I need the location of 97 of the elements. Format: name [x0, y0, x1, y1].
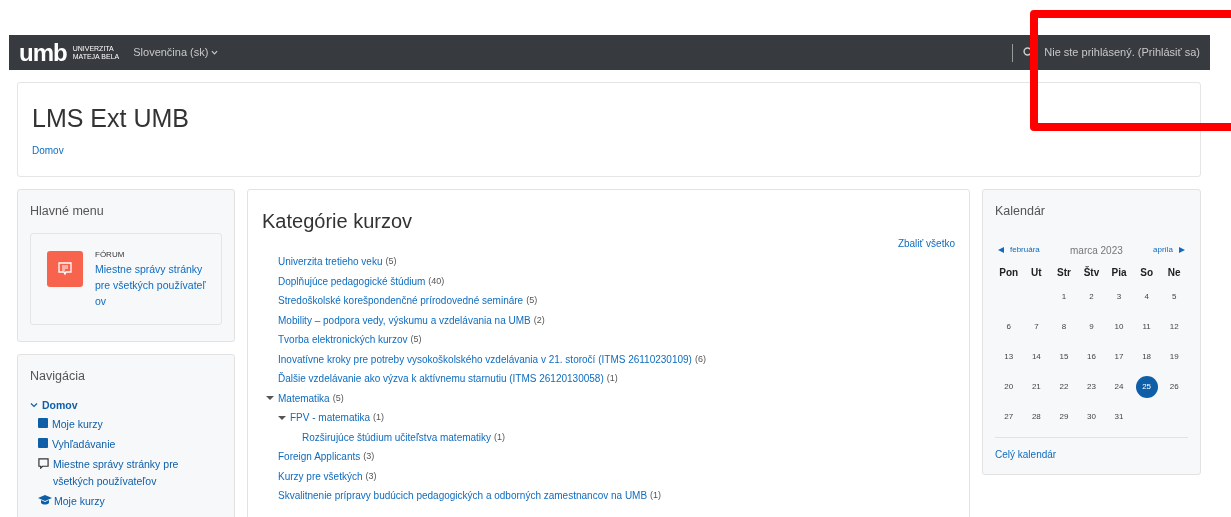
left-arrow-icon — [998, 247, 1004, 254]
graduation-cap-icon — [38, 495, 52, 506]
category-link[interactable]: Kurzy pre všetkých — [278, 468, 363, 484]
activity-type: FÓRUM — [95, 248, 126, 261]
month-title: marca 2023 — [1070, 243, 1123, 258]
language-menu[interactable]: Slovenčina (sk) — [133, 44, 219, 61]
calendar-day[interactable]: 20 — [1004, 380, 1014, 393]
nav-link[interactable]: Moje kurzy — [52, 416, 103, 434]
forum-icon — [47, 250, 83, 287]
calendar-day[interactable]: 9 — [1089, 320, 1094, 333]
course-count: (5) — [526, 294, 538, 307]
course-count: (1) — [494, 430, 506, 444]
calendar-day[interactable]: 12 — [1169, 320, 1179, 333]
course-count: (5) — [410, 333, 422, 346]
course-count: (3) — [363, 450, 375, 463]
category-link[interactable]: FPV - matematika — [290, 410, 371, 426]
weekday-label: Str — [1055, 265, 1072, 280]
block-title: Navigácia — [30, 367, 86, 385]
course-count: (1) — [373, 411, 385, 424]
chat-icon — [38, 458, 49, 470]
logo-mark[interactable]: umb — [19, 40, 67, 65]
breadcrumb-link[interactable]: Domov — [32, 143, 1186, 158]
calendar-day[interactable]: 24 — [1114, 380, 1124, 393]
calendar-day[interactable]: 18 — [1142, 350, 1152, 363]
triangle-down-icon[interactable] — [266, 394, 274, 403]
activity-link[interactable]: Miestne správy stránky pre všetkých používateľ ov — [95, 260, 210, 309]
activity-card[interactable]: FÓRUM Miestne správy stránky pre všetkých používateľ ov — [30, 232, 222, 325]
calendar-day[interactable]: 22 — [1059, 380, 1069, 393]
category-link[interactable]: Doplňujúce pedagogické štúdium — [278, 273, 426, 289]
calendar-day[interactable]: 4 — [1144, 290, 1149, 303]
calendar-day[interactable]: 13 — [1004, 350, 1014, 363]
weekday-label: Štv — [1082, 265, 1101, 280]
course-count: (3) — [365, 469, 377, 483]
calendar-day[interactable]: 14 — [1031, 350, 1041, 363]
course-count: (6) — [694, 352, 706, 366]
course-count: (5) — [385, 255, 397, 268]
calendar-day[interactable]: 17 — [1114, 350, 1124, 363]
weekday-label: Pon — [998, 265, 1020, 280]
calendar-day[interactable]: 6 — [1006, 320, 1011, 333]
course-count: (1) — [650, 489, 662, 502]
next-month-link[interactable]: apríla — [1153, 244, 1185, 257]
category-link[interactable]: Ďalšie vzdelávanie ako výzva k aktívnemu starnutiu (ITMS 26120130058) — [278, 371, 604, 387]
calendar-day[interactable]: 11 — [1142, 320, 1151, 333]
previous-month-link[interactable]: februára — [998, 244, 1040, 257]
full-calendar-link[interactable]: Celý kalendár — [995, 448, 1057, 460]
nav-link[interactable]: Moje kurzy — [54, 493, 105, 511]
square-icon — [38, 418, 48, 429]
calendar-day[interactable]: 19 — [1169, 350, 1179, 363]
chevron-down-icon — [211, 49, 219, 56]
course-count: (2) — [533, 313, 545, 327]
calendar-day[interactable]: 8 — [1061, 320, 1067, 333]
category-link[interactable]: Foreign Applicants — [278, 449, 361, 465]
calendar-day[interactable]: 15 — [1059, 350, 1069, 363]
calendar-day[interactable]: 23 — [1087, 380, 1096, 393]
calendar-day[interactable]: 5 — [1171, 290, 1177, 303]
collapse-all-link[interactable]: Zbaliť všetko — [897, 236, 955, 251]
course-count: (1) — [606, 372, 618, 385]
calendar-day[interactable]: 1 — [1061, 290, 1067, 303]
right-arrow-icon — [1179, 247, 1185, 254]
calendar-day[interactable]: 16 — [1087, 350, 1096, 363]
calendar-day[interactable]: 26 — [1169, 380, 1179, 393]
weekday-label: Ut — [1030, 265, 1043, 280]
course-count: (5) — [332, 391, 344, 405]
course-count: (40) — [428, 274, 445, 288]
calendar-day[interactable]: 31 — [1114, 410, 1124, 423]
triangle-down-icon[interactable] — [278, 413, 286, 422]
weekday-label: Ne — [1166, 265, 1182, 280]
site-title: LMS Ext UMB — [32, 103, 190, 133]
calendar-day[interactable]: 2 — [1089, 290, 1094, 303]
category-link[interactable]: Tvorba elektronických kurzov — [278, 332, 408, 348]
block-title: Hlavné menu — [30, 203, 105, 220]
block-title: Kalendár — [995, 203, 1047, 220]
calendar-day[interactable]: 25 — [1135, 375, 1158, 398]
category-link[interactable]: Rozširujúce štúdium učiteľstva matematiky — [302, 429, 492, 445]
calendar-day[interactable]: 21 — [1031, 380, 1041, 393]
category-link[interactable]: Skvalitnenie prípravy budúcich pedagogických a odborných zamestnancov na UMB — [278, 488, 648, 504]
calendar-day[interactable]: 3 — [1116, 290, 1122, 303]
category-link[interactable]: Inovatívne kroky pre potreby vysokoškolského vzdelávania v 21. storočí (ITMS 26110230109) — [278, 351, 692, 367]
category-link[interactable]: Stredoškolské korešpondenčné prírodovedné semináre — [278, 293, 524, 309]
calendar-day[interactable]: 28 — [1031, 410, 1041, 423]
weekday-label: So — [1139, 265, 1154, 280]
calendar-day[interactable]: 29 — [1059, 410, 1069, 423]
calendar-day[interactable]: 7 — [1034, 320, 1039, 333]
nav-link[interactable]: Domov — [42, 397, 78, 414]
calendar-day[interactable]: 10 — [1114, 320, 1124, 333]
login-text[interactable]: Nie ste prihlásený. (Prihlásiť sa) — [1044, 44, 1200, 61]
nav-link[interactable]: Vyhľadávanie — [52, 436, 116, 454]
calendar-day[interactable]: 27 — [1004, 410, 1014, 423]
category-link[interactable]: Univerzita tretieho veku — [278, 254, 383, 270]
weekday-label: Pia — [1110, 265, 1128, 280]
category-link[interactable]: Mobility – podpora vedy, výskumu a vzdelávania na UMB — [278, 312, 531, 328]
page-heading: Kategórie kurzov — [262, 209, 414, 234]
nav-link[interactable]: Miestne správy stránky pre všetkých používateľov — [53, 456, 222, 491]
category-link[interactable]: Matematika — [278, 390, 330, 406]
square-icon — [38, 438, 48, 449]
calendar-day[interactable]: 30 — [1087, 410, 1096, 423]
chevron-down-icon[interactable] — [30, 401, 38, 410]
